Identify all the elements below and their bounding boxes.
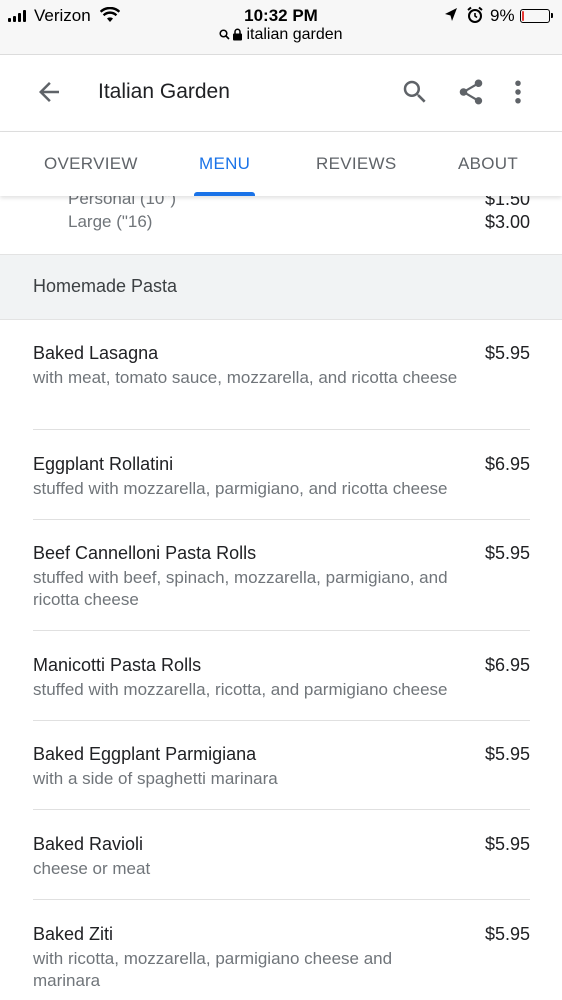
menu-item-description: with meat, tomato sauce, mozzarella, and… — [33, 368, 458, 387]
size-option-row: Personal (10") $1.50 — [68, 196, 530, 209]
size-option-row: Large ("16) $3.00 — [68, 212, 530, 232]
menu-item[interactable]: Baked Lasagna with meat, tomato sauce, m… — [33, 341, 530, 389]
menu-item-price: $5.95 — [484, 834, 530, 854]
lock-icon — [233, 28, 243, 41]
section-header: Homemade Pasta — [0, 254, 562, 320]
search-icon — [219, 29, 231, 40]
menu-item-price: $5.95 — [484, 744, 530, 764]
menu-item[interactable]: Baked Ziti with ricotta, mozzarella, par… — [33, 922, 530, 992]
menu-item[interactable]: Eggplant Rollatini stuffed with mozzarel… — [33, 452, 530, 500]
divider — [33, 899, 530, 900]
active-tab-indicator — [194, 192, 255, 196]
divider — [33, 720, 530, 721]
menu-item-name: Baked Lasagna — [33, 343, 159, 363]
divider — [33, 519, 530, 520]
menu-item-name: Baked Ravioli — [33, 834, 144, 854]
menu-item[interactable]: Baked Ravioli cheese or meat $5.95 — [33, 832, 530, 880]
divider — [33, 630, 530, 631]
menu-item-description: stuffed with beef, spinach, mozzarella, … — [33, 568, 448, 609]
divider — [33, 809, 530, 810]
menu-item-description: stuffed with mozzarella, parmigiano, and… — [33, 479, 448, 498]
divider — [33, 429, 530, 430]
size-price: $3.00 — [484, 212, 530, 232]
menu-item-price: $6.95 — [484, 655, 530, 675]
menu-item-name: Eggplant Rollatini — [33, 454, 174, 474]
menu-item-description: with a side of spaghetti marinara — [33, 769, 278, 788]
battery-icon — [520, 9, 553, 23]
more-vert-icon[interactable] — [508, 77, 528, 107]
tab-reviews[interactable]: REVIEWS — [316, 154, 397, 174]
size-label: Large ("16) — [68, 212, 153, 231]
menu-item[interactable]: Beef Cannelloni Pasta Rolls stuffed with… — [33, 541, 530, 611]
menu-item-price: $6.95 — [484, 454, 530, 474]
menu-item-name: Beef Cannelloni Pasta Rolls — [33, 543, 257, 563]
share-icon[interactable] — [456, 76, 486, 108]
arrow-back-icon[interactable] — [34, 77, 64, 107]
menu-item-name: Baked Ziti — [33, 924, 114, 944]
menu-item-description: stuffed with mozzarella, ricotta, and pa… — [33, 680, 448, 699]
status-bar: Verizon 10:32 PM 9% italian garden — [0, 0, 562, 55]
tab-about[interactable]: ABOUT — [458, 154, 518, 174]
address-bar[interactable]: italian garden — [0, 26, 562, 44]
menu-item[interactable]: Baked Eggplant Parmigiana with a side of… — [33, 742, 530, 790]
page-title: Italian Garden — [98, 80, 230, 103]
url-text: italian garden — [246, 26, 343, 43]
menu-item-price: $5.95 — [484, 924, 530, 944]
menu-item-name: Baked Eggplant Parmigiana — [33, 744, 257, 764]
menu-item-description: with ricotta, mozzarella, parmigiano che… — [33, 949, 393, 990]
size-price: $1.50 — [484, 196, 530, 209]
tab-bar: OVERVIEW MENU REVIEWS ABOUT — [0, 132, 562, 196]
battery-percentage: 9% — [490, 6, 515, 25]
size-label: Personal (10") — [68, 196, 177, 208]
menu-item-price: $5.95 — [484, 543, 530, 563]
tab-overview[interactable]: OVERVIEW — [44, 154, 138, 174]
alarm-clock-icon — [467, 6, 483, 23]
section-title: Homemade Pasta — [33, 276, 178, 296]
search-icon[interactable] — [400, 77, 430, 107]
menu-item-name: Manicotti Pasta Rolls — [33, 655, 202, 675]
menu-item-price: $5.95 — [484, 343, 530, 363]
menu-content[interactable]: Personal (10") $1.50 Large ("16) $3.00 H… — [0, 196, 562, 1000]
menu-item[interactable]: Manicotti Pasta Rolls stuffed with mozza… — [33, 653, 530, 701]
battery-level-fill — [522, 11, 524, 21]
tab-menu[interactable]: MENU — [199, 154, 250, 174]
menu-item-description: cheese or meat — [33, 859, 151, 878]
app-bar: Italian Garden — [0, 55, 562, 132]
location-arrow-icon — [445, 8, 457, 21]
